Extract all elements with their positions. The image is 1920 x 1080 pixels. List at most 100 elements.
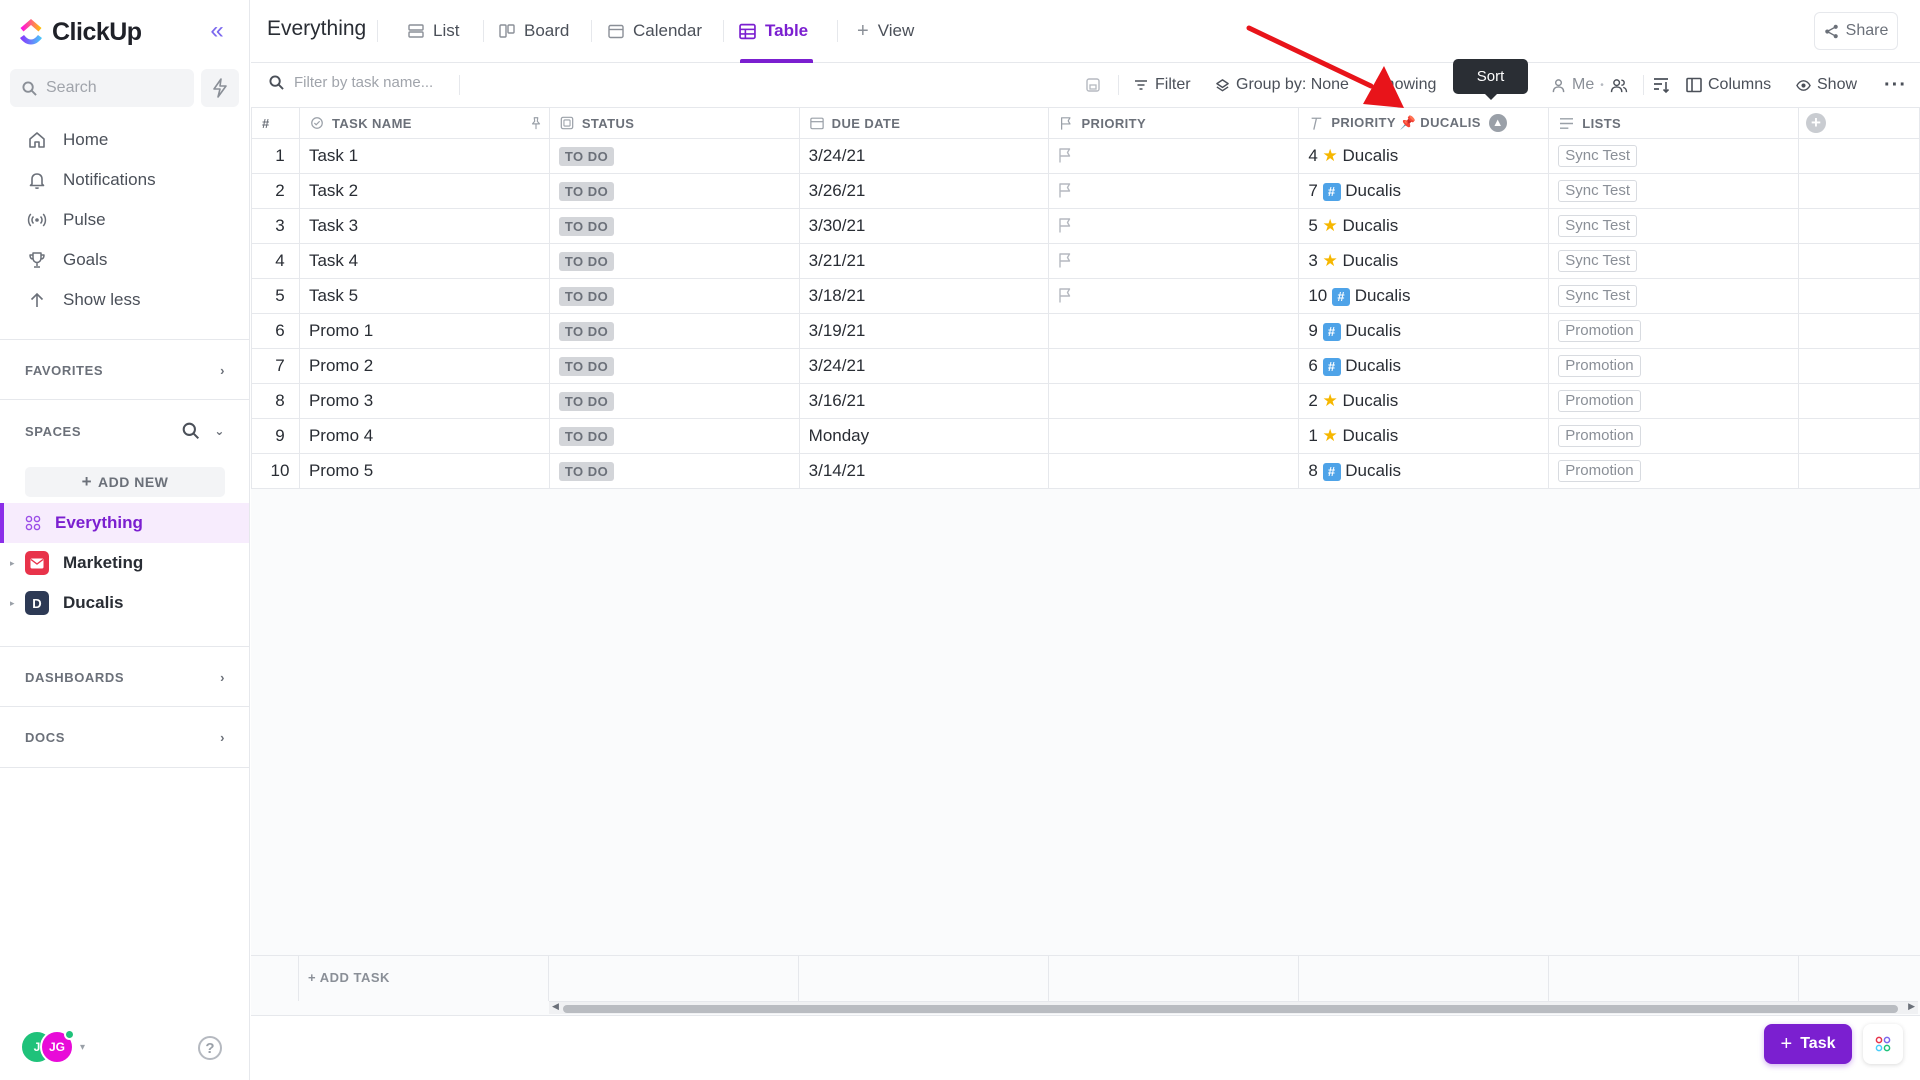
scroll-right-icon[interactable]: ▶	[1908, 1001, 1915, 1012]
due-date-cell[interactable]: 3/14/21	[798, 453, 1050, 489]
columns-button[interactable]: Columns	[1686, 74, 1771, 96]
ducalis-score-cell[interactable]: 7 # Ducalis	[1298, 173, 1550, 209]
due-date-cell[interactable]: 3/18/21	[798, 278, 1050, 314]
column-header-due-date[interactable]: DUE DATE	[798, 107, 1050, 139]
column-header-status[interactable]: STATUS	[548, 107, 800, 139]
lists-cell[interactable]: Promotion	[1548, 418, 1800, 454]
list-badge[interactable]: Sync Test	[1558, 285, 1638, 307]
list-badge[interactable]: Promotion	[1558, 320, 1641, 342]
status-cell[interactable]: TO DO	[548, 208, 800, 244]
priority-cell[interactable]	[1048, 208, 1300, 244]
column-header-task-name[interactable]: TASK NAME	[298, 107, 550, 139]
lists-cell[interactable]: Sync Test	[1548, 278, 1800, 314]
ducalis-score-cell[interactable]: 3 ★ Ducalis	[1298, 243, 1550, 279]
column-header-priority-ducalis[interactable]: PRIORITY 📌 DUCALIS ▲	[1298, 107, 1550, 139]
add-view-button[interactable]: + View	[857, 19, 914, 43]
flag-icon[interactable]	[1057, 252, 1073, 269]
space-ducalis[interactable]: D Ducalis	[0, 583, 249, 623]
search-spaces-icon[interactable]	[182, 422, 200, 440]
due-date-cell[interactable]: 3/30/21	[798, 208, 1050, 244]
status-badge[interactable]: TO DO	[558, 147, 615, 166]
tab-table[interactable]: Table	[739, 19, 808, 43]
task-name-cell[interactable]: Task 2	[298, 173, 550, 209]
users-icon[interactable]	[1610, 78, 1628, 93]
ducalis-score-cell[interactable]: 8 # Ducalis	[1298, 453, 1550, 489]
scrollbar-thumb[interactable]	[563, 1005, 1898, 1013]
ducalis-score-cell[interactable]: 2 ★ Ducalis	[1298, 383, 1550, 419]
table-row[interactable]: 8 Promo 3 TO DO 3/16/21 2 ★ Ducalis Promotion	[251, 383, 1920, 419]
save-view-button[interactable]	[1085, 74, 1101, 96]
ducalis-score-cell[interactable]: 5 ★ Ducalis	[1298, 208, 1550, 244]
table-row[interactable]: 7 Promo 2 TO DO 3/24/21 6 # Ducalis Promotion	[251, 348, 1920, 384]
ducalis-score-cell[interactable]: 6 # Ducalis	[1298, 348, 1550, 384]
task-name-cell[interactable]: Promo 4	[298, 418, 550, 454]
status-cell[interactable]: TO DO	[548, 383, 800, 419]
task-name[interactable]: Promo 5	[309, 461, 373, 480]
list-badge[interactable]: Sync Test	[1558, 145, 1638, 167]
ducalis-score-cell[interactable]: 9 # Ducalis	[1298, 313, 1550, 349]
status-cell[interactable]: TO DO	[548, 313, 800, 349]
ducalis-score-cell[interactable]: 4 ★ Ducalis	[1298, 138, 1550, 174]
table-row[interactable]: 9 Promo 4 TO DO Monday 1 ★ Ducalis Promotion	[251, 418, 1920, 454]
ducalis-score-cell[interactable]: 10 # Ducalis	[1298, 278, 1550, 314]
table-row[interactable]: 2 Task 2 TO DO 3/26/21 7 # Ducalis Sync Test	[251, 173, 1920, 209]
priority-cell[interactable]	[1048, 138, 1300, 174]
list-badge[interactable]: Promotion	[1558, 425, 1641, 447]
status-badge[interactable]: TO DO	[558, 182, 615, 201]
status-badge[interactable]: TO DO	[558, 217, 615, 236]
lists-cell[interactable]: Sync Test	[1548, 243, 1800, 279]
due-date-cell[interactable]: 3/19/21	[798, 313, 1050, 349]
priority-cell[interactable]	[1048, 313, 1300, 349]
flag-icon[interactable]	[1057, 182, 1073, 199]
task-name[interactable]: Task 2	[309, 181, 358, 200]
due-date-cell[interactable]: 3/16/21	[798, 383, 1050, 419]
group-by-button[interactable]: Group by: None	[1215, 74, 1353, 96]
status-cell[interactable]: TO DO	[548, 278, 800, 314]
task-name-cell[interactable]: Promo 3	[298, 383, 550, 419]
due-date-cell[interactable]: 3/21/21	[798, 243, 1050, 279]
table-row[interactable]: 1 Task 1 TO DO 3/24/21 4 ★ Ducalis Sync Test	[251, 138, 1920, 174]
status-cell[interactable]: TO DO	[548, 243, 800, 279]
more-options-icon[interactable]: ···	[1884, 74, 1907, 96]
status-badge[interactable]: TO DO	[558, 462, 615, 481]
column-header-lists[interactable]: LISTS	[1548, 107, 1800, 139]
priority-cell[interactable]	[1048, 243, 1300, 279]
lists-cell[interactable]: Promotion	[1548, 453, 1800, 489]
add-column-button[interactable]: +	[1806, 113, 1826, 133]
apps-button[interactable]	[1863, 1024, 1903, 1064]
status-badge[interactable]: TO DO	[558, 322, 615, 341]
sidebar-search[interactable]: Search	[10, 69, 194, 107]
sidebar-item-show-less[interactable]: Show less	[0, 281, 249, 319]
pin-icon[interactable]	[529, 116, 543, 130]
assignee-me-filter[interactable]: Me •	[1551, 74, 1628, 96]
priority-cell[interactable]	[1048, 418, 1300, 454]
table-row[interactable]: 5 Task 5 TO DO 3/18/21 10 # Ducalis Sync Test	[251, 278, 1920, 314]
due-date-cell[interactable]: 3/24/21	[798, 138, 1050, 174]
status-badge[interactable]: TO DO	[558, 427, 615, 446]
task-filter-input[interactable]: Filter by task name...	[269, 74, 509, 91]
status-cell[interactable]: TO DO	[548, 138, 800, 174]
space-everything[interactable]: Everything	[0, 503, 249, 543]
status-cell[interactable]: TO DO	[548, 453, 800, 489]
task-name-cell[interactable]: Task 3	[298, 208, 550, 244]
task-name[interactable]: Task 4	[309, 251, 358, 270]
lists-cell[interactable]: Sync Test	[1548, 138, 1800, 174]
favorites-section[interactable]: FAVORITES ›	[25, 360, 225, 380]
task-name[interactable]: Promo 2	[309, 356, 373, 375]
task-name[interactable]: Task 3	[309, 216, 358, 235]
chevron-down-icon[interactable]: ⌄	[214, 424, 225, 438]
help-icon[interactable]: ?	[198, 1036, 222, 1060]
priority-cell[interactable]	[1048, 453, 1300, 489]
flag-icon[interactable]	[1057, 217, 1073, 234]
status-badge[interactable]: TO DO	[558, 392, 615, 411]
task-name-cell[interactable]: Task 5	[298, 278, 550, 314]
collapse-sidebar-icon[interactable]: «	[205, 19, 229, 44]
horizontal-scrollbar[interactable]: ◀ ▶	[549, 1001, 1918, 1014]
show-button[interactable]: Show	[1796, 74, 1857, 96]
new-task-button[interactable]: + Task	[1764, 1024, 1852, 1064]
priority-cell[interactable]	[1048, 383, 1300, 419]
sidebar-item-notifications[interactable]: Notifications	[0, 161, 249, 199]
list-badge[interactable]: Promotion	[1558, 355, 1641, 377]
task-name[interactable]: Task 5	[309, 286, 358, 305]
tab-list[interactable]: List	[408, 19, 459, 43]
